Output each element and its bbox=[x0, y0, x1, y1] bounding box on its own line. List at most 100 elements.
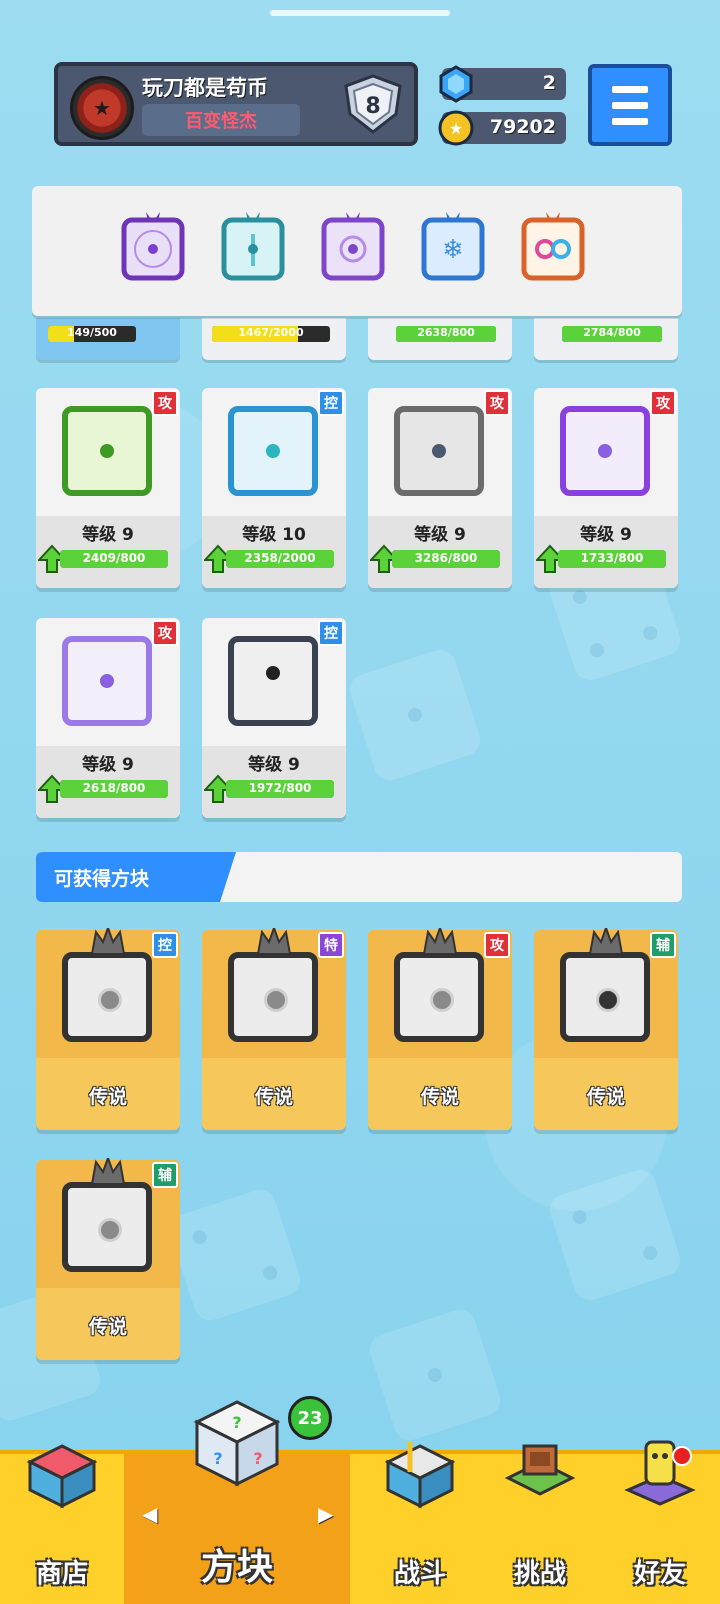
support-tag: 辅 bbox=[152, 1162, 178, 1188]
hamburger-icon bbox=[612, 86, 648, 93]
progress-bar: 2638/800 bbox=[396, 326, 496, 342]
gem-counter[interactable]: 2 bbox=[439, 65, 566, 103]
progress-text: 1972/800 bbox=[248, 781, 312, 795]
rarity-label: 传说 bbox=[88, 1086, 127, 1108]
legend-target-dice-icon bbox=[560, 952, 650, 1042]
dice-card[interactable]: 攻 等级 9 2618/800 bbox=[36, 618, 180, 818]
card-level: 等级 9 bbox=[82, 755, 134, 775]
caret-left-icon[interactable]: ◀ bbox=[142, 1502, 157, 1526]
control-tag: 控 bbox=[318, 620, 344, 646]
dice-card[interactable]: 控 等级 10 2358/2000 bbox=[202, 388, 346, 588]
dice-card[interactable]: 攻 等级 9 3286/800 bbox=[368, 388, 512, 588]
player-title: 百变怪杰 bbox=[142, 104, 300, 136]
gem-count: 2 bbox=[542, 72, 556, 94]
progress-text: 1467/2000 bbox=[238, 326, 304, 339]
legend-dice-card[interactable]: 辅 传说 bbox=[36, 1158, 180, 1360]
dice-card[interactable]: 攻 等级 9 1733/800 bbox=[534, 388, 678, 588]
legend-dice-card[interactable]: 辅 传说 bbox=[534, 928, 678, 1130]
menu-button[interactable] bbox=[588, 64, 672, 146]
nav-challenge[interactable]: 挑战 bbox=[480, 1444, 600, 1604]
attack-tag: 攻 bbox=[152, 390, 178, 416]
dragon-crest-icon bbox=[90, 928, 126, 955]
legend-dice-card[interactable]: 特 传说 bbox=[202, 928, 346, 1130]
legend-dice-card[interactable]: 攻 传说 bbox=[368, 928, 512, 1130]
svg-text:?: ? bbox=[213, 1449, 222, 1468]
rank-number: 8 bbox=[365, 94, 380, 119]
bottom-nav: 商店 ? ? ? 方块 战斗 挑战 好友 bbox=[0, 1400, 720, 1604]
progress-bar: 1467/2000 bbox=[212, 326, 330, 342]
progress-bar: 149/500 bbox=[48, 326, 136, 342]
legend-moon-dice-icon bbox=[62, 1182, 152, 1272]
coin-counter[interactable]: ★ 79202 bbox=[438, 110, 566, 146]
nav-label: 好友 bbox=[633, 1559, 686, 1589]
nav-label: 战斗 bbox=[393, 1559, 446, 1589]
nav-shop[interactable]: 商店 bbox=[0, 1444, 124, 1604]
svg-text:?: ? bbox=[232, 1413, 241, 1432]
rarity-label: 传说 bbox=[254, 1086, 293, 1108]
progress-bar: 2618/800 bbox=[60, 780, 168, 798]
svg-text:★: ★ bbox=[449, 119, 463, 138]
rarity-label: 传说 bbox=[586, 1086, 625, 1108]
card-level: 等级 9 bbox=[248, 755, 300, 775]
svg-text:❄: ❄ bbox=[442, 235, 464, 265]
dice-card[interactable]: 攻 等级 9 2409/800 bbox=[36, 388, 180, 588]
purple-arrows-dice-icon bbox=[560, 406, 650, 496]
nav-label: 方块 bbox=[200, 1547, 273, 1588]
progress-text: 1733/800 bbox=[580, 551, 644, 565]
nav-dice[interactable]: ? ? ? 方块 bbox=[124, 1400, 350, 1604]
rarity-label: 传说 bbox=[420, 1086, 459, 1108]
dragon-crest-icon bbox=[422, 928, 458, 955]
dragon-crest-icon bbox=[90, 1158, 126, 1185]
avatar[interactable]: ★ bbox=[70, 76, 134, 140]
star-icon: ★ bbox=[93, 96, 111, 120]
progress-text: 2409/800 bbox=[82, 551, 146, 565]
coin-count: 79202 bbox=[489, 116, 556, 138]
svg-text:?: ? bbox=[253, 1449, 262, 1468]
nav-label: 挑战 bbox=[513, 1559, 566, 1589]
attack-tag: 攻 bbox=[484, 932, 510, 958]
notification-dot bbox=[672, 1446, 692, 1466]
nav-friends[interactable]: 好友 bbox=[600, 1440, 720, 1604]
attack-tag: 攻 bbox=[484, 390, 510, 416]
dragon-crest-icon bbox=[256, 928, 292, 955]
purple-magic-dice-icon[interactable] bbox=[118, 208, 188, 284]
friends-icon bbox=[624, 1440, 696, 1506]
padlock-dice-icon bbox=[228, 636, 318, 726]
dice-card[interactable]: 控 等级 9 1972/800 bbox=[202, 618, 346, 818]
progress-bar: 3286/800 bbox=[392, 550, 500, 568]
legend-wind-dice-icon bbox=[62, 952, 152, 1042]
teal-sword-dice-icon[interactable] bbox=[218, 208, 288, 284]
progress-text: 149/500 bbox=[67, 326, 117, 339]
legend-swords-dice-icon bbox=[228, 952, 318, 1042]
legend-dice-card[interactable]: 控 传说 bbox=[36, 928, 180, 1130]
caret-right-icon[interactable]: ▶ bbox=[318, 1502, 333, 1526]
progress-bar: 1972/800 bbox=[226, 780, 334, 798]
dice-cube-icon: ? ? ? bbox=[193, 1400, 281, 1487]
gear-dice-icon bbox=[394, 406, 484, 496]
purple-mirror-dice-icon[interactable] bbox=[318, 208, 388, 284]
support-tag: 辅 bbox=[650, 932, 676, 958]
drag-handle[interactable] bbox=[270, 10, 450, 16]
progress-bar: 2358/2000 bbox=[226, 550, 334, 568]
rarity-label: 传说 bbox=[88, 1316, 127, 1338]
rainbow-infinity-dice-icon[interactable] bbox=[518, 208, 588, 284]
blue-snowflake-dice-icon[interactable]: ❄ bbox=[418, 208, 488, 284]
control-tag: 控 bbox=[152, 932, 178, 958]
available-dice-section: 可获得方块 bbox=[36, 852, 682, 902]
progress-bar: 1733/800 bbox=[558, 550, 666, 568]
nav-battle[interactable]: 战斗 bbox=[360, 1442, 480, 1604]
legend-vortex-dice-icon bbox=[394, 952, 484, 1042]
progress-bar: 2784/800 bbox=[562, 326, 662, 342]
attack-tag: 攻 bbox=[152, 620, 178, 646]
card-level: 等级 9 bbox=[580, 525, 632, 545]
profile-panel[interactable]: ★ 玩刀都是苟币 百变怪杰 8 bbox=[54, 62, 418, 146]
battle-icon bbox=[384, 1442, 456, 1509]
card-level: 等级 9 bbox=[414, 525, 466, 545]
rank-shield-icon[interactable]: 8 bbox=[340, 74, 406, 134]
blue-ice-dice-icon bbox=[228, 406, 318, 496]
coin-icon: ★ bbox=[438, 110, 474, 146]
green-acid-dice-icon bbox=[62, 406, 152, 496]
hamburger-icon-line bbox=[612, 118, 648, 125]
progress-text: 2638/800 bbox=[417, 326, 475, 339]
progress-text: 2784/800 bbox=[583, 326, 641, 339]
